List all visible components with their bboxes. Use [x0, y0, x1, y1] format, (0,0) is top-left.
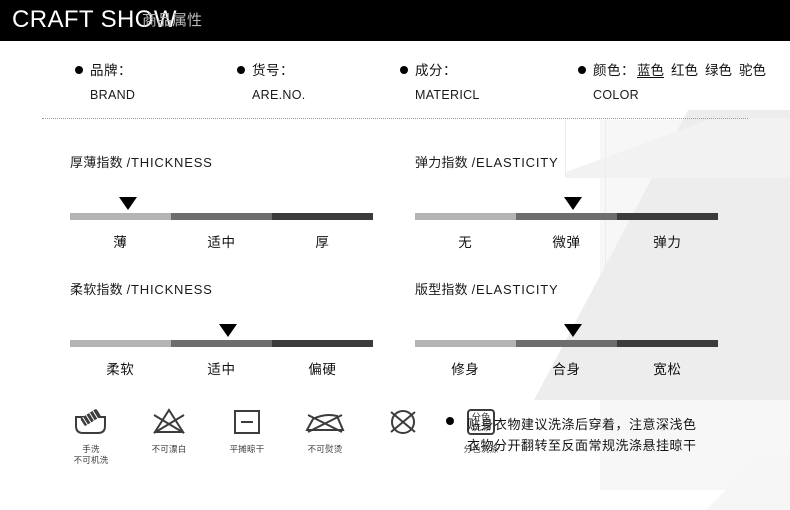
index-elasticity-label-2: 微弹 [552, 235, 581, 250]
bullet-icon [75, 66, 83, 74]
product-attributes-page: CRAFT SHOW 商品属性 品牌： BRAND 货号： ARE.NO. 成分… [0, 0, 790, 510]
bar-segment-low [70, 213, 172, 220]
bar-segment-mid [516, 340, 618, 347]
index-fit-label-2: 合身 [552, 362, 581, 377]
index-elasticity: 弹力指数 /ELASTICITY 无 微弹 弹力 [415, 152, 720, 251]
care-note-text: 贴身衣物建议洗涤后穿着，注意深浅色 衣物分开翻转至反面常规洗涤悬挂晾干 [467, 414, 697, 456]
index-fit-title-cn: 版型指数 [415, 282, 468, 297]
color-option-blue[interactable]: 蓝色 [637, 62, 664, 80]
index-elasticity-marker [563, 197, 582, 210]
care-item-no-dry-clean [374, 404, 432, 466]
index-thickness: 厚薄指数 /THICKNESS 薄 适中 厚 [70, 152, 375, 251]
index-fit-bar[interactable] [415, 324, 718, 347]
attribute-brand-en: BRAND [90, 88, 136, 102]
care-note-line-2: 衣物分开翻转至反面常规洗涤悬挂晾干 [467, 438, 697, 453]
color-option-red[interactable]: 红色 [671, 62, 698, 80]
attribute-material: 成分： MATERICL [400, 62, 480, 102]
dotted-divider [42, 118, 748, 120]
attribute-article-no: 货号： ARE.NO. [237, 62, 306, 102]
attribute-material-label: 成分： [415, 63, 457, 78]
index-thickness-title-en: /THICKNESS [126, 155, 213, 170]
index-softness-label-1: 柔软 [106, 362, 135, 377]
bar-segment-mid [516, 213, 618, 220]
bar-segment-high [272, 340, 373, 347]
bar-segment-high [617, 213, 718, 220]
no-dry-clean-icon [374, 404, 432, 440]
bullet-icon [578, 66, 586, 74]
index-elasticity-bar[interactable] [415, 197, 718, 220]
index-softness-marker [218, 324, 237, 337]
index-thickness-bar[interactable] [70, 197, 373, 220]
flat-dry-icon [218, 404, 276, 440]
bar-segment-high [272, 213, 373, 220]
care-item-hand-wash-caption: 手洗 不可机洗 [73, 444, 109, 465]
index-softness-title-cn: 柔软指数 [70, 282, 123, 297]
page-subtitle: 商品属性 [142, 12, 203, 29]
bar-segment-mid [171, 340, 273, 347]
index-softness-title: 柔软指数 /THICKNESS [70, 279, 375, 298]
color-option-list: 蓝色 红色 绿色 驼色 [637, 62, 766, 80]
attribute-brand-label: 品牌： [90, 63, 132, 78]
attribute-color-label: 颜色： [593, 63, 635, 78]
attribute-color-en: COLOR [593, 88, 639, 102]
index-thickness-title: 厚薄指数 /THICKNESS [70, 152, 375, 171]
care-item-no-iron: 不可熨烫 [296, 404, 354, 466]
attribute-article-no-label: 货号： [252, 63, 294, 78]
bullet-icon [400, 66, 408, 74]
care-item-flat-dry-caption: 平摊晾干 [229, 444, 265, 454]
index-elasticity-title: 弹力指数 /ELASTICITY [415, 152, 720, 171]
index-softness: 柔软指数 /THICKNESS 柔软 适中 偏硬 [70, 279, 375, 378]
index-softness-bar[interactable] [70, 324, 373, 347]
index-fit-label-3: 宽松 [653, 362, 682, 377]
index-fit-labels: 修身 合身 宽松 [415, 358, 718, 378]
attribute-material-en: MATERICL [415, 88, 480, 102]
attribute-brand: 品牌： BRAND [75, 62, 135, 102]
attribute-article-no-en: ARE.NO. [252, 88, 306, 102]
index-fit: 版型指数 /ELASTICITY 修身 合身 宽松 [415, 279, 720, 378]
bullet-icon [237, 66, 245, 74]
color-option-camel[interactable]: 驼色 [739, 62, 766, 80]
color-option-green[interactable]: 绿色 [705, 62, 732, 80]
index-softness-label-3: 偏硬 [308, 362, 337, 377]
page-header: CRAFT SHOW 商品属性 [0, 0, 790, 41]
bar-segment-low [70, 340, 172, 347]
care-note-line-1: 贴身衣物建议洗涤后穿着，注意深浅色 [467, 417, 697, 432]
care-item-flat-dry: 平摊晾干 [218, 404, 276, 466]
index-softness-labels: 柔软 适中 偏硬 [70, 358, 373, 378]
index-thickness-label-1: 薄 [113, 235, 128, 250]
index-elasticity-label-1: 无 [458, 235, 473, 250]
index-softness-title-en: /THICKNESS [126, 282, 213, 297]
care-item-hand-wash: 手洗 不可机洗 [62, 404, 120, 466]
index-fit-label-1: 修身 [451, 362, 480, 377]
bar-segment-mid [171, 213, 273, 220]
hand-wash-icon [62, 404, 120, 440]
index-thickness-title-cn: 厚薄指数 [70, 155, 123, 170]
index-fit-title-en: /ELASTICITY [471, 282, 559, 297]
watermark-corner [700, 455, 790, 510]
index-thickness-marker [118, 197, 137, 210]
care-instruction-row: 手洗 不可机洗 不可漂白 平摊晾干 不可熨烫 分色 洗涤 分色洗涤 [62, 404, 510, 466]
no-iron-icon [296, 404, 354, 440]
index-elasticity-labels: 无 微弹 弹力 [415, 231, 718, 251]
bar-segment-low [415, 340, 517, 347]
care-note: 贴身衣物建议洗涤后穿着，注意深浅色 衣物分开翻转至反面常规洗涤悬挂晾干 [446, 414, 697, 456]
index-elasticity-label-3: 弹力 [653, 235, 682, 250]
bar-segment-low [415, 213, 517, 220]
attribute-row: 品牌： BRAND 货号： ARE.NO. 成分： MATERICL 颜色： 蓝… [0, 62, 790, 112]
index-fit-marker [563, 324, 582, 337]
care-item-no-bleach: 不可漂白 [140, 404, 198, 466]
bar-segment-high [617, 340, 718, 347]
bullet-icon [446, 417, 454, 425]
index-thickness-labels: 薄 适中 厚 [70, 231, 373, 251]
no-bleach-icon [140, 404, 198, 440]
index-fit-title: 版型指数 /ELASTICITY [415, 279, 720, 298]
care-item-no-iron-caption: 不可熨烫 [307, 444, 343, 454]
care-item-no-bleach-caption: 不可漂白 [151, 444, 187, 454]
index-thickness-label-2: 适中 [207, 235, 236, 250]
attribute-color: 颜色： 蓝色 红色 绿色 驼色 COLOR [578, 62, 766, 102]
index-elasticity-title-en: /ELASTICITY [471, 155, 559, 170]
index-softness-label-2: 适中 [207, 362, 236, 377]
index-elasticity-title-cn: 弹力指数 [415, 155, 468, 170]
index-thickness-label-3: 厚 [315, 235, 330, 250]
